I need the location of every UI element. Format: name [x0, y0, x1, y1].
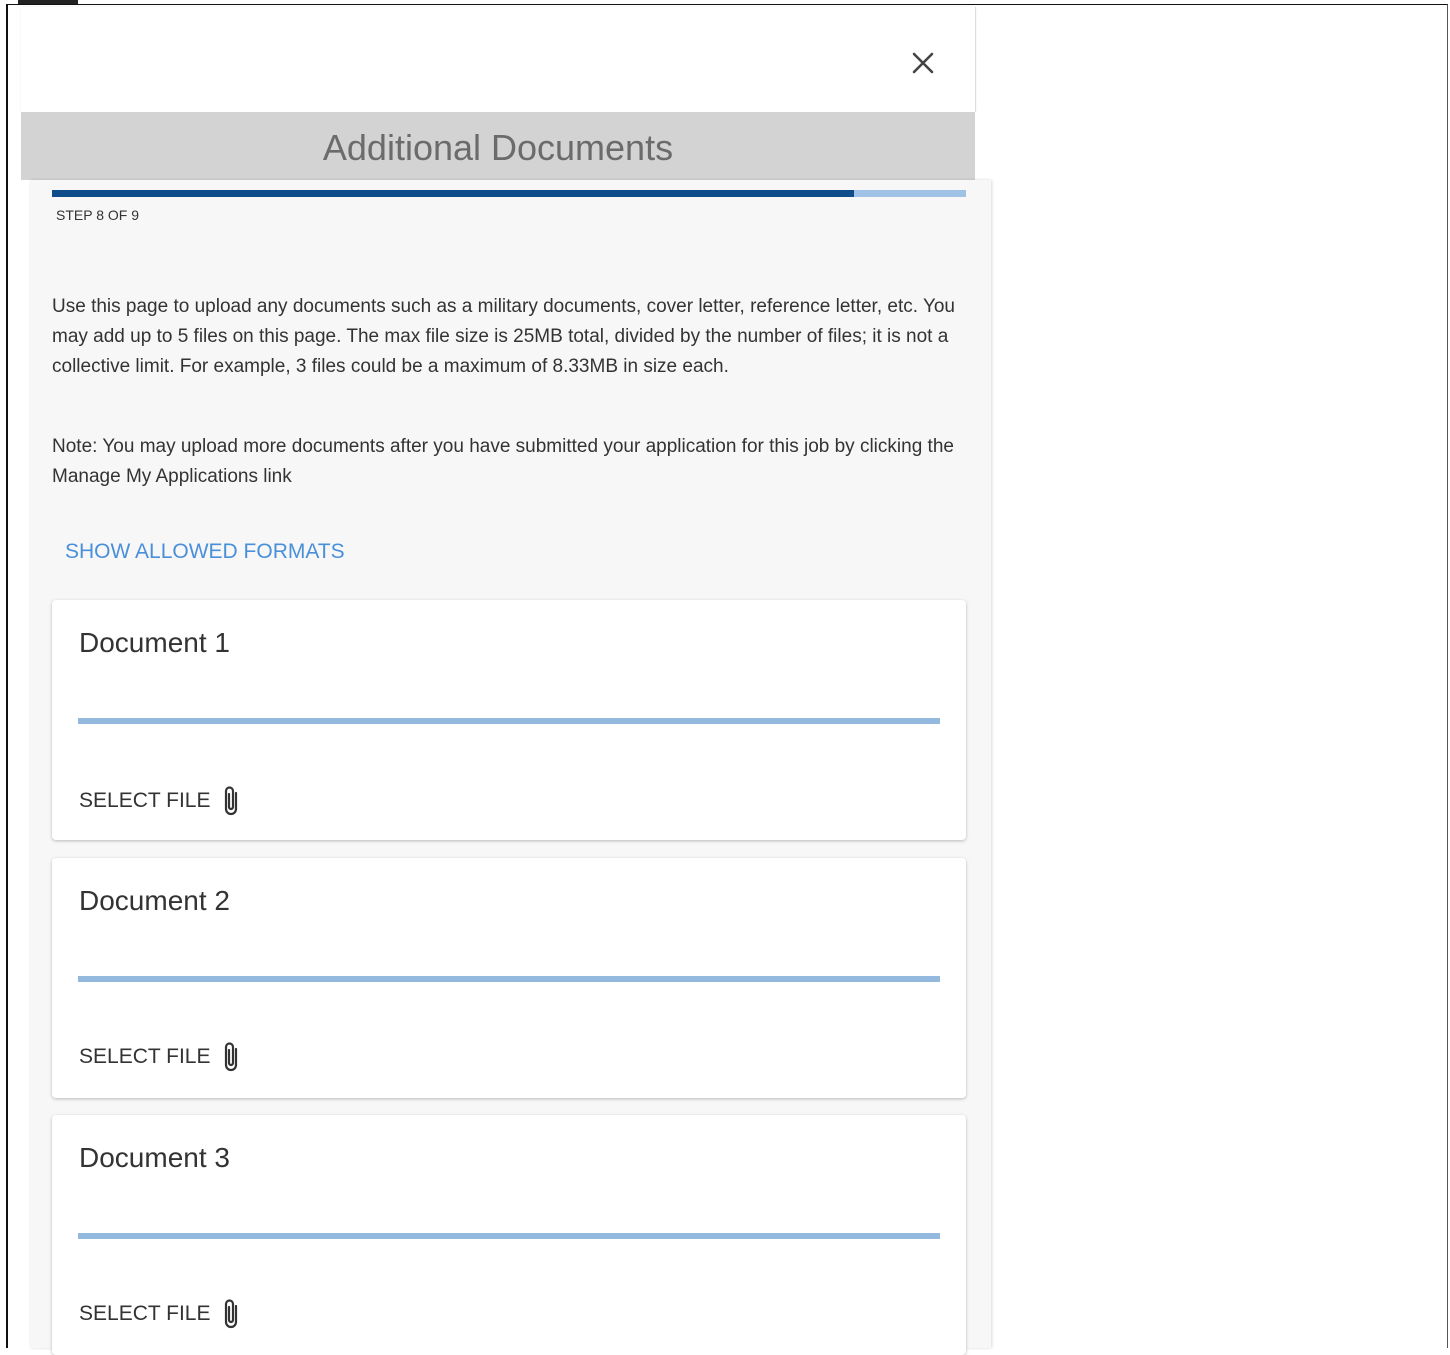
- document-name-input[interactable]: [78, 718, 940, 724]
- paperclip-icon: [221, 1040, 241, 1074]
- instructions-text: Use this page to upload any documents su…: [52, 296, 956, 377]
- select-file-label: SELECT FILE: [79, 1302, 211, 1325]
- step-title: Additional Documents: [322, 127, 674, 168]
- step-counter: STEP 8 OF 9: [56, 207, 139, 223]
- note-text: Note: You may upload more documents afte…: [52, 436, 954, 487]
- select-file-button[interactable]: SELECT FILE: [79, 1297, 241, 1331]
- close-button[interactable]: [909, 49, 937, 77]
- document-card: Document 3 SELECT FILE: [52, 1115, 966, 1355]
- paperclip-icon: [221, 784, 241, 818]
- content-panel: STEP 8 OF 9 Use this page to upload any …: [30, 180, 991, 1355]
- select-file-label: SELECT FILE: [79, 1045, 211, 1068]
- document-title: Document 3: [79, 1142, 230, 1173]
- select-file-button[interactable]: SELECT FILE: [79, 1040, 241, 1074]
- document-title: Document 2: [79, 885, 230, 916]
- paperclip-icon: [221, 1297, 241, 1331]
- progress-bar: [52, 190, 966, 197]
- close-icon: [912, 52, 934, 74]
- step-title-bar: Additional Documents: [21, 112, 975, 180]
- select-file-label: SELECT FILE: [79, 789, 211, 812]
- document-title: Document 1: [79, 627, 230, 658]
- show-allowed-formats-link[interactable]: SHOW ALLOWED FORMATS: [65, 540, 345, 564]
- select-file-button[interactable]: SELECT FILE: [79, 784, 241, 818]
- document-name-input[interactable]: [78, 976, 940, 982]
- dialog-header: [21, 7, 976, 112]
- progress-bar-fill: [52, 190, 855, 197]
- document-card: Document 1 SELECT FILE: [52, 600, 966, 840]
- document-name-input[interactable]: [78, 1233, 940, 1239]
- document-card: Document 2 SELECT FILE: [52, 858, 966, 1098]
